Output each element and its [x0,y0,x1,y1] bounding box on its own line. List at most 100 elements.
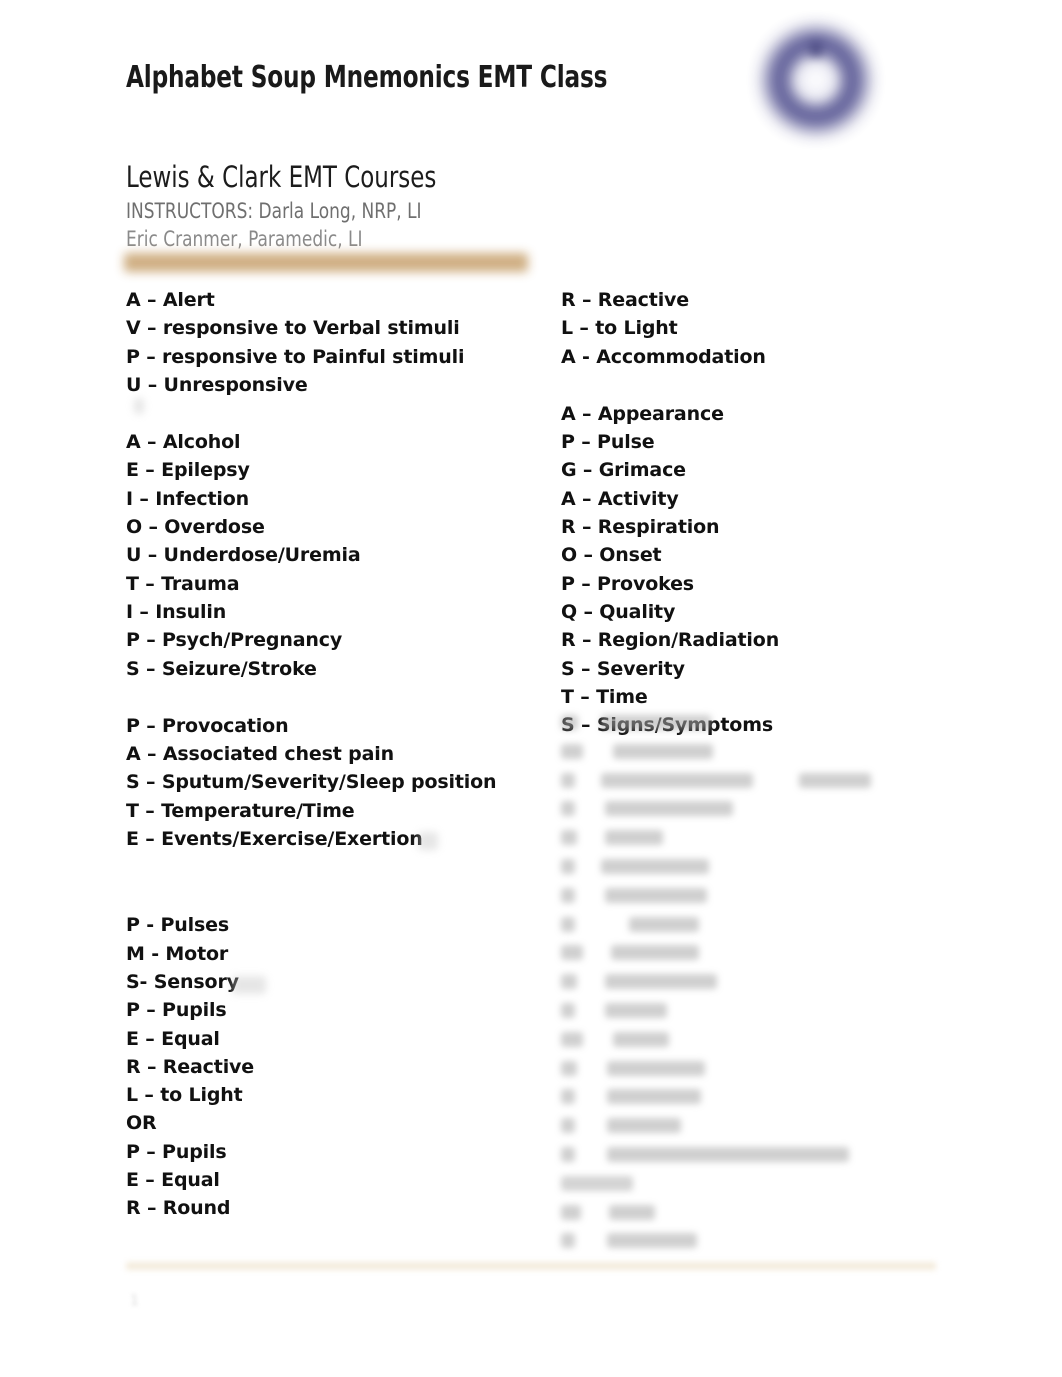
redacted-line [561,912,1001,941]
seal-mark-icon [810,42,822,58]
mnemonic-group-apgar-opqrst: A – Appearance P – Pulse G – Grimace A – Ac… [561,400,1001,740]
redacted-key [561,772,575,788]
redacted-value [613,1031,669,1047]
organization-logo [752,16,880,144]
redacted-key [561,801,575,817]
mnemonic-line: L – to Light [561,317,678,340]
instructor-line-secondary: Eric Cranmer, Paramedic, LI [126,227,363,251]
mnemonic-line: G – Grimace [561,459,686,482]
redacted-value [607,1089,701,1105]
mnemonic-line: OR [126,1112,157,1135]
mnemonic-group-pms-perl-perr: P - Pulses M - Motor S- Sensory P – Pupils E… [126,911,546,1222]
mnemonic-group-avpu: A – Alert V – responsive to Verbal stimul… [126,286,546,399]
redacted-line [561,854,1001,883]
mnemonic-line: A – Appearance [561,402,724,425]
redacted-line [561,1228,1001,1257]
mnemonic-line: A – Alcohol [126,431,241,454]
redacted-line [561,998,1001,1027]
redacted-key [561,1060,577,1076]
redacted-key [561,1002,575,1018]
mnemonic-line: O – Onset [561,544,662,567]
mnemonic-line: T – Temperature/Time [126,799,355,822]
redacted-line [561,940,1001,969]
mnemonic-line: U – Unresponsive [126,373,308,396]
redacted-key [561,1233,575,1249]
mnemonic-line: R – Reactive [561,289,690,311]
redacted-value-extra [799,772,871,788]
redacted-line [561,768,1001,797]
mnemonic-line: R – Reactive [126,1055,255,1078]
redacted-key [561,715,578,730]
mnemonic-line: P – Psych/Pregnancy [126,629,343,652]
redacted-key [561,916,575,932]
mnemonic-line: E – Equal [126,1027,220,1050]
redacted-key [561,945,583,961]
instructor-line-primary: INSTRUCTORS: Darla Long, NRP, LI [126,199,422,223]
redacted-value [609,1204,655,1220]
redacted-line [561,710,1001,739]
course-title: Lewis & Clark EMT Courses [126,160,437,194]
redacted-key [561,830,577,846]
smudge-mark [134,398,144,414]
redacted-key [561,1204,581,1220]
seal-ring-icon [766,30,866,130]
mnemonic-line: E – Equal [126,1169,220,1192]
smudge-mark [232,976,266,994]
redacted-key [561,1146,575,1162]
redacted-key [561,1031,583,1047]
redacted-value [601,715,711,730]
left-mnemonic-column: A – Alert V – responsive to Verbal stimul… [126,286,546,1223]
mnemonic-line: I – Infection [126,487,250,510]
mnemonic-line: M - Motor [126,942,229,965]
redacted-line [561,1200,1001,1229]
mnemonic-line: A – Associated chest pain [126,743,394,766]
page-number: 1 [130,1293,139,1309]
redacted-mnemonic-list [561,710,1001,1257]
mnemonic-line: A - Accommodation [561,345,766,368]
mnemonic-line: P – Provocation [126,714,289,737]
mnemonic-line: L – to Light [126,1084,243,1107]
mnemonic-line: P - Pulses [126,914,230,937]
redacted-value [605,801,733,817]
redacted-value [601,858,709,874]
mnemonic-line: A – Alert [126,289,215,311]
redacted-value [613,743,713,759]
redacted-value [607,1146,849,1162]
mnemonic-line: S – Severity [561,657,685,680]
redacted-heading-bar [124,253,528,272]
redacted-key [561,974,577,990]
redacted-line [561,1027,1001,1056]
redacted-line [561,969,1001,998]
mnemonic-line: E – Events/Exercise/Exertion [126,828,423,851]
mnemonic-line: O – Overdose [126,516,265,539]
mnemonic-line: A – Activity [561,487,679,510]
mnemonic-line: T – Time [561,685,648,708]
mnemonic-line: V – responsive to Verbal stimuli [126,317,460,340]
redacted-line [561,825,1001,854]
redacted-line [561,796,1001,825]
mnemonic-group-perrla-continued: R – Reactive L – to Light A - Accommodatio… [561,286,1001,371]
mnemonic-line: R – Region/Radiation [561,629,780,652]
right-mnemonic-column: R – Reactive L – to Light A - Accommodatio… [561,286,1001,739]
mnemonic-line: R – Respiration [561,516,720,539]
page-title: Alphabet Soup Mnemonics EMT Class [126,60,608,95]
smudge-mark [418,832,438,850]
redacted-key [561,858,575,874]
redacted-line [561,1113,1001,1142]
redacted-line [561,1084,1001,1113]
redacted-value [601,772,753,788]
redacted-key [561,743,583,759]
redacted-value-wrapped [561,1175,633,1191]
redacted-line [561,1056,1001,1085]
redacted-value [607,1233,697,1249]
redacted-line [561,1142,1001,1171]
redacted-line [561,739,1001,768]
mnemonic-line: P – Provokes [561,572,694,595]
redacted-value [607,1060,705,1076]
redacted-value [605,1002,667,1018]
mnemonic-line: T – Trauma [126,572,240,595]
redacted-value [605,974,717,990]
redacted-key [561,1089,575,1105]
mnemonic-line: R – Round [126,1197,231,1220]
redacted-value [605,887,707,903]
